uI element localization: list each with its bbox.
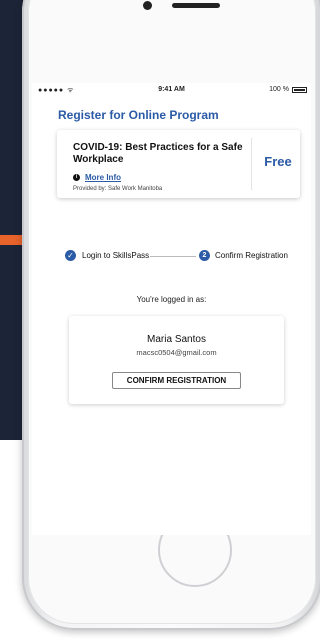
battery-icon bbox=[292, 86, 307, 93]
earpiece-speaker bbox=[172, 3, 220, 8]
confirm-registration-button[interactable]: CONFIRM REGISTRATION bbox=[112, 372, 241, 389]
card-divider bbox=[251, 138, 252, 190]
checkmark-icon: ✓ bbox=[65, 250, 76, 261]
more-info-row: i More Info bbox=[73, 173, 121, 182]
course-provider: Provided by: Safe Work Manitoba bbox=[73, 186, 163, 192]
page-title: Register for Online Program bbox=[58, 108, 219, 122]
status-bar: ●●●●● ᯤ 9:41 AM 100 % bbox=[32, 83, 311, 97]
step-connector bbox=[150, 256, 196, 257]
camera-lens bbox=[143, 1, 152, 10]
app-screen: ●●●●● ᯤ 9:41 AM 100 % Register for Onlin… bbox=[32, 83, 311, 535]
user-email: macsc0504@gmail.com bbox=[136, 348, 217, 357]
more-info-link[interactable]: More Info bbox=[85, 173, 121, 182]
logged-in-label: You're logged in as: bbox=[136, 295, 207, 304]
course-card: COVID-19: Best Practices for a Safe Work… bbox=[57, 130, 300, 198]
step-confirm-label: Confirm Registration bbox=[215, 251, 288, 260]
registration-steps: ✓ Login to SkillsPass 2 Confirm Registra… bbox=[32, 249, 311, 263]
step-number-badge: 2 bbox=[199, 250, 210, 261]
user-name: Maria Santos bbox=[147, 334, 206, 345]
step-login-label: Login to SkillsPass bbox=[82, 251, 150, 260]
course-price: Free bbox=[264, 154, 292, 169]
info-icon: i bbox=[73, 174, 80, 181]
course-title: COVID-19: Best Practices for a Safe Work… bbox=[73, 142, 243, 165]
battery-status: 100 % bbox=[269, 86, 307, 93]
user-card: Maria Santos macsc0504@gmail.com CONFIRM… bbox=[69, 316, 284, 404]
battery-percent: 100 % bbox=[269, 86, 289, 93]
